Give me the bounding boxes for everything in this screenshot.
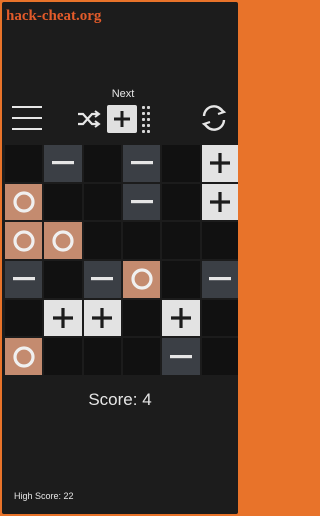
board-cell-minus[interactable] — [162, 338, 200, 375]
board-cell-empty[interactable] — [122, 222, 161, 259]
shuffle-button[interactable] — [76, 108, 102, 130]
board-cell-plus[interactable] — [44, 299, 82, 337]
board-cell-empty[interactable] — [83, 145, 121, 182]
hamburger-icon — [12, 117, 42, 119]
next-piece-tile — [107, 105, 137, 133]
board-cell-empty[interactable] — [83, 183, 121, 221]
board-cell-empty[interactable] — [201, 222, 238, 259]
plus-icon — [92, 307, 113, 328]
shuffle-icon — [78, 110, 101, 128]
plus-icon — [170, 307, 191, 328]
menu-button[interactable] — [12, 104, 44, 132]
game-screen: hack-cheat.org Next Score: 4 High Score:… — [2, 2, 238, 514]
board-cell-empty[interactable] — [201, 338, 238, 375]
circle-icon — [131, 268, 153, 290]
board-cell-minus[interactable] — [83, 261, 121, 298]
watermark: hack-cheat.org — [6, 8, 102, 24]
high-score: High Score: 22 — [14, 491, 74, 501]
board-cell-empty[interactable] — [201, 299, 238, 337]
hamburger-icon — [12, 106, 42, 108]
board-cell-minus[interactable] — [122, 145, 161, 182]
board-cell-circle[interactable] — [5, 338, 43, 375]
circle-icon — [13, 230, 35, 252]
board-cell-empty[interactable] — [162, 183, 200, 221]
minus-icon — [130, 161, 153, 165]
board-cell-circle[interactable] — [122, 261, 161, 298]
board-cell-empty[interactable] — [44, 261, 82, 298]
board-cell-circle[interactable] — [44, 222, 82, 259]
circle-icon — [13, 346, 35, 368]
board-cell-empty[interactable] — [162, 261, 200, 298]
minus-icon — [91, 277, 114, 281]
board-cell-minus[interactable] — [44, 145, 82, 182]
board-cell-empty[interactable] — [44, 183, 82, 221]
board-cell-plus[interactable] — [162, 299, 200, 337]
plus-icon — [210, 191, 231, 212]
hamburger-icon — [12, 128, 42, 130]
board-cell-minus[interactable] — [5, 261, 43, 298]
minus-icon — [130, 199, 153, 204]
score: Score: 4 — [88, 390, 152, 409]
refresh-icon — [201, 105, 227, 131]
board-cell-minus[interactable] — [201, 261, 238, 298]
circle-icon — [52, 230, 74, 252]
board-cell-empty[interactable] — [83, 222, 121, 259]
board-cell-circle[interactable] — [5, 222, 43, 259]
minus-icon — [12, 277, 35, 281]
board-cell-empty[interactable] — [5, 145, 43, 182]
minus-icon — [51, 161, 74, 165]
minus-icon — [209, 277, 232, 281]
board-cell-empty[interactable] — [162, 145, 200, 182]
board-cell-minus[interactable] — [122, 183, 161, 221]
board-cell-empty[interactable] — [83, 338, 121, 375]
board-cell-empty[interactable] — [162, 222, 200, 259]
plus-icon — [52, 307, 73, 328]
plus-icon — [114, 111, 130, 127]
minus-icon — [169, 354, 192, 358]
reset-button[interactable] — [198, 102, 230, 134]
board-cell-plus[interactable] — [201, 183, 238, 221]
queue-indicator — [141, 105, 153, 133]
board-cell-empty[interactable] — [122, 338, 161, 375]
board-cell-empty[interactable] — [5, 299, 43, 337]
board-cell-circle[interactable] — [5, 183, 43, 221]
board-cell-plus[interactable] — [83, 299, 121, 337]
next-label: Next — [111, 88, 135, 100]
board-cell-empty[interactable] — [44, 338, 82, 375]
board-cell-empty[interactable] — [122, 299, 161, 337]
plus-icon — [210, 153, 231, 174]
circle-icon — [13, 191, 35, 213]
game-board — [5, 145, 238, 375]
board-cell-plus[interactable] — [201, 145, 238, 182]
